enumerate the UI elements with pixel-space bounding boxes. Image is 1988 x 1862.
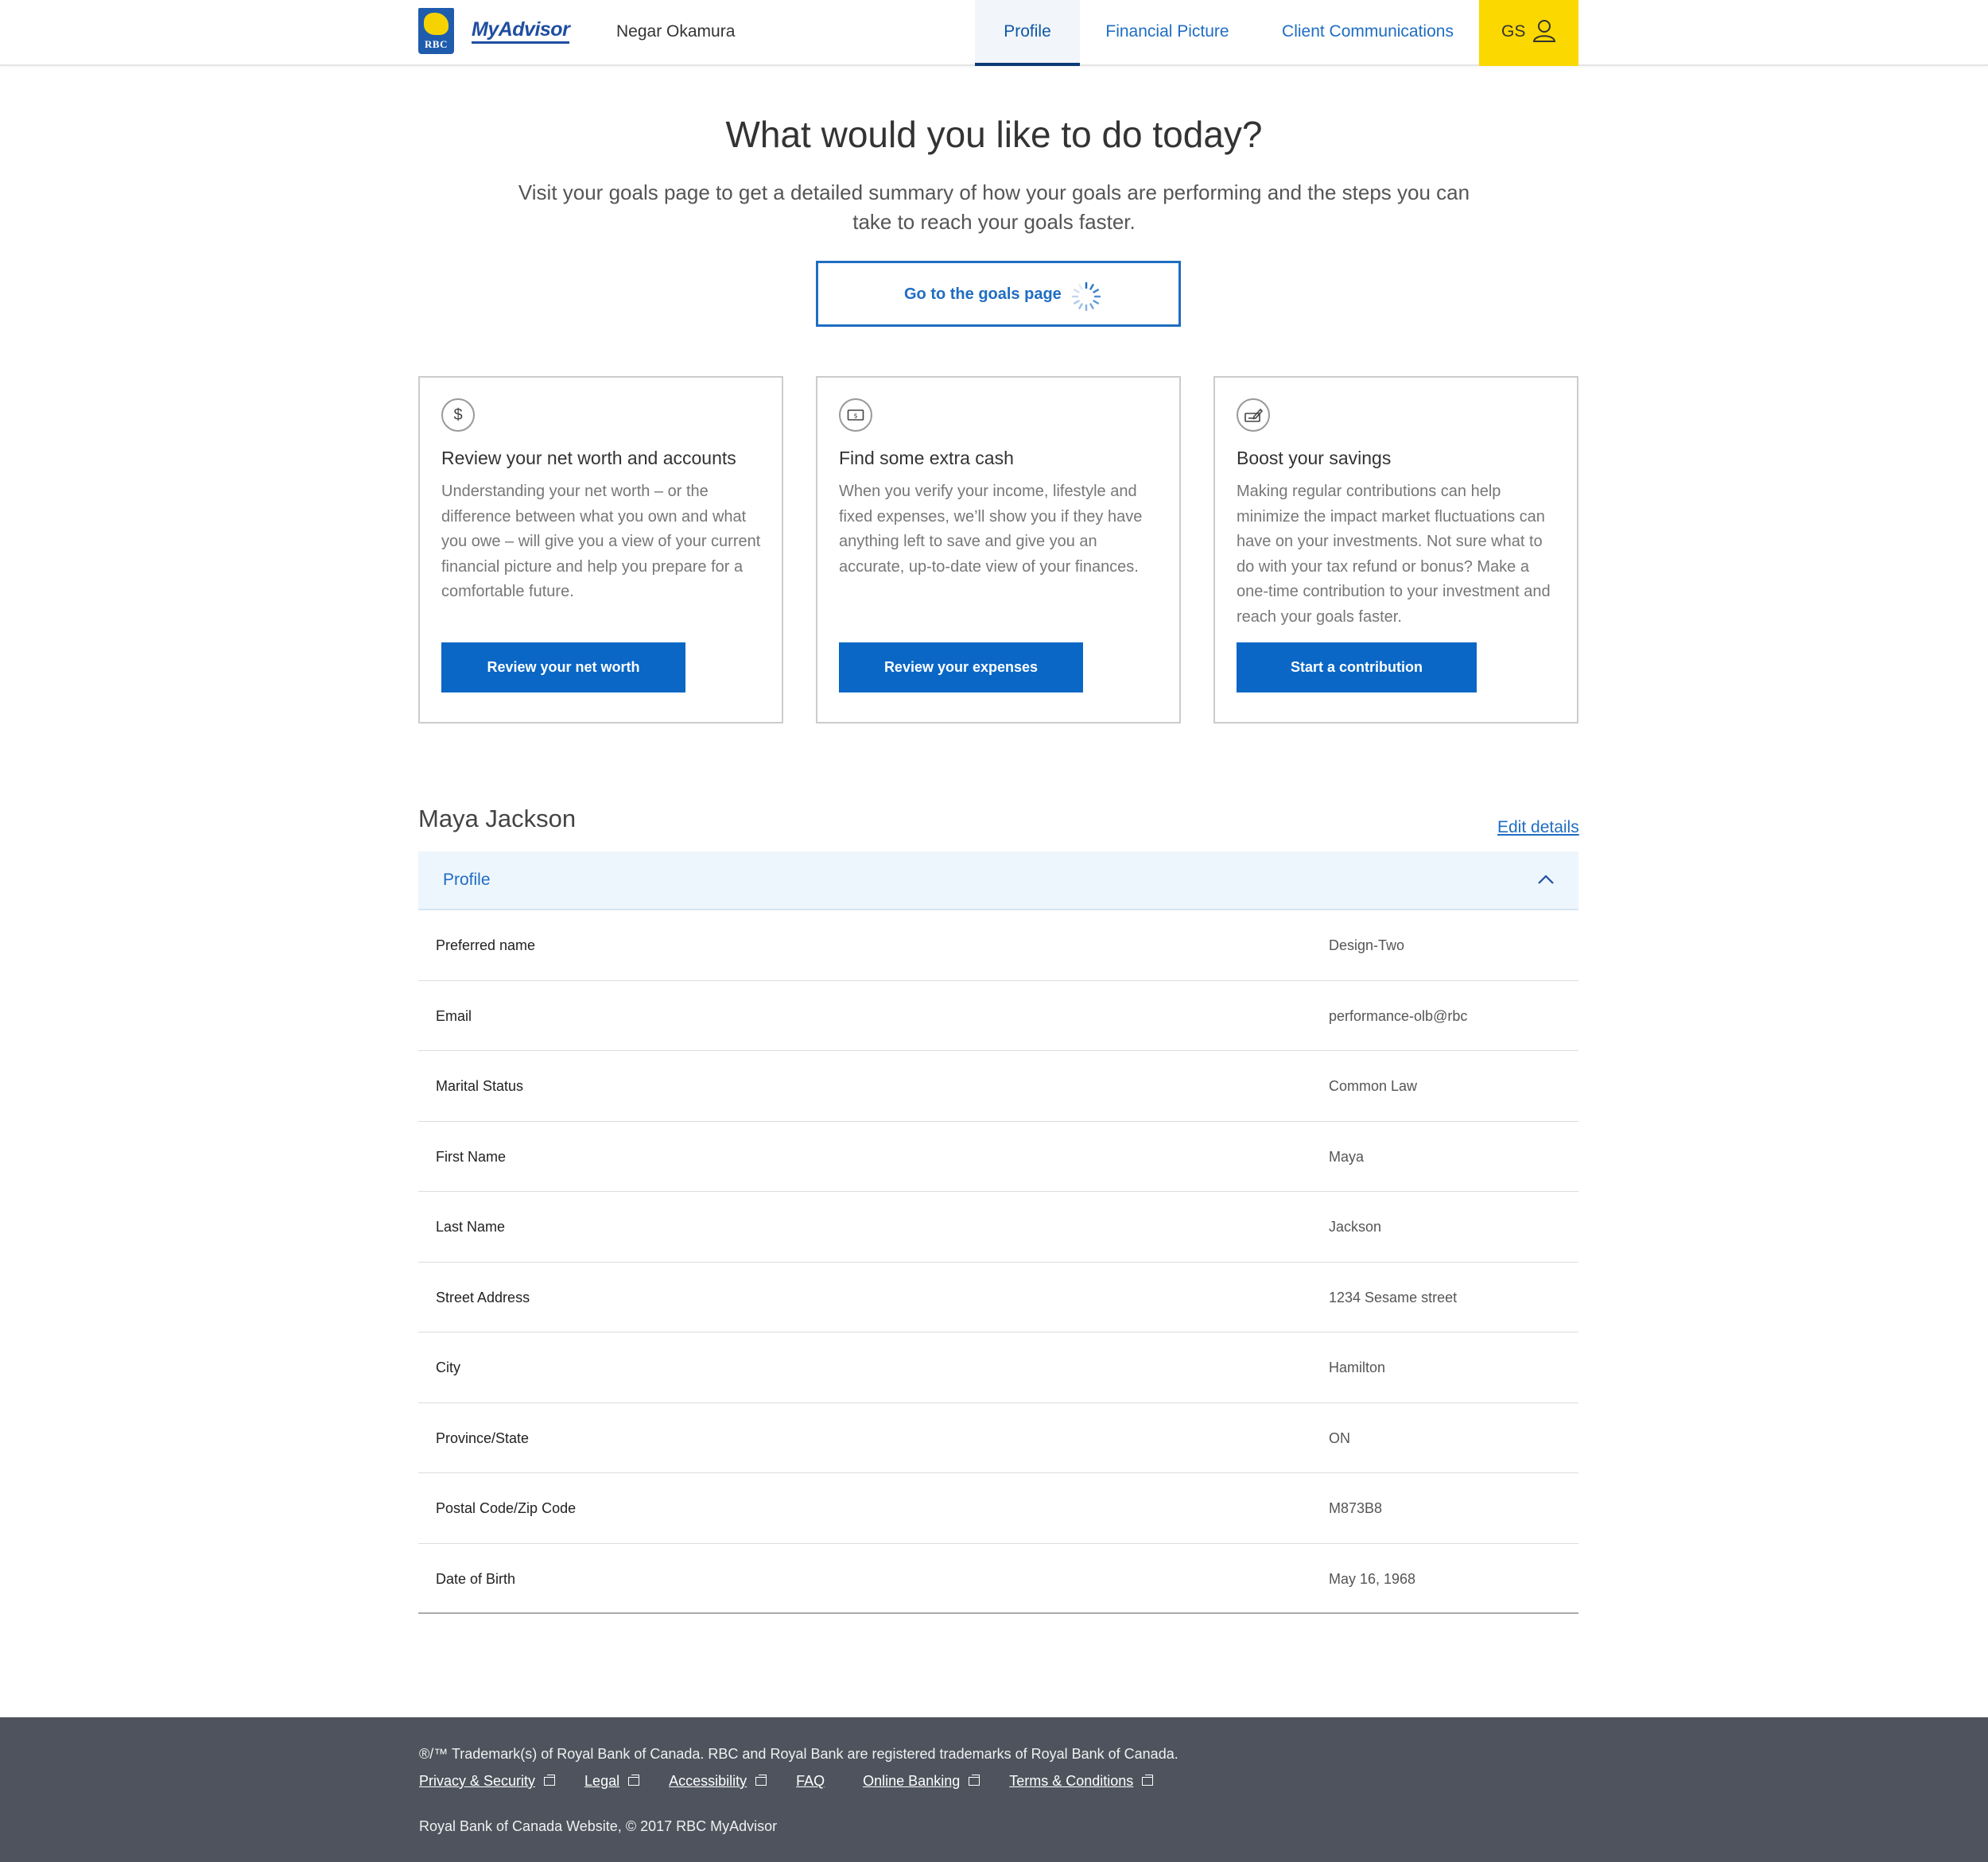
external-link-icon: [1142, 1775, 1154, 1786]
table-row: Email performance-olb@rbc: [418, 981, 1578, 1051]
client-name: Maya Jackson: [418, 805, 577, 832]
table-row: First Name Maya: [418, 1122, 1578, 1192]
row-label: Date of Birth: [436, 1570, 516, 1587]
row-label: Street Address: [436, 1289, 530, 1305]
link-label: Online Banking: [863, 1773, 961, 1789]
table-row: Last Name Jackson: [418, 1192, 1578, 1263]
card-boost-savings: Boost your savings Making regular contri…: [1213, 376, 1578, 723]
user-menu-button[interactable]: GS: [1479, 0, 1578, 66]
top-header: RBC MyAdvisor Negar Okamura Profile Fina…: [0, 0, 1988, 66]
profile-details-list: Preferred name Design-Two Email performa…: [418, 910, 1578, 1614]
cash-bill-icon: $: [839, 398, 872, 432]
trademark-notice: ®/™ Trademark(s) of Royal Bank of Canada…: [419, 1746, 1178, 1762]
row-value: Design-Two: [1329, 937, 1405, 953]
card-description: Making regular contributions can help mi…: [1237, 483, 1551, 626]
card-description: Understanding your net worth – or the di…: [441, 483, 761, 600]
footer-link-legal[interactable]: Legal: [584, 1773, 640, 1790]
table-row: Street Address 1234 Sesame street: [418, 1263, 1578, 1332]
savings-cheque-icon: [1237, 398, 1270, 432]
row-label: First Name: [436, 1148, 507, 1165]
page-title: What would you like to do today?: [725, 114, 1263, 155]
user-icon: [1532, 20, 1556, 42]
card-title: Find some extra cash: [839, 448, 1014, 468]
logo-text: RBC: [425, 38, 448, 50]
link-label: Accessibility: [669, 1773, 747, 1789]
footer-links: Privacy & Security Legal Accessibility F…: [419, 1773, 1154, 1790]
link-label: Privacy & Security: [419, 1773, 536, 1789]
card-description: When you verify your income, lifestyle a…: [839, 483, 1143, 576]
row-value: Jackson: [1329, 1219, 1382, 1235]
footer-link-online-banking[interactable]: Online Banking: [863, 1773, 980, 1790]
accordion-label: Profile: [443, 871, 491, 889]
row-value: 1234 Sesame street: [1329, 1289, 1458, 1305]
row-value: May 16, 1968: [1329, 1570, 1416, 1587]
row-value: M873B8: [1329, 1500, 1383, 1516]
chevron-up-icon[interactable]: [1536, 871, 1555, 890]
row-value: Hamilton: [1329, 1360, 1386, 1375]
dollar-icon: $: [441, 398, 475, 432]
table-row: Province/State ON: [418, 1403, 1578, 1473]
table-row: Marital Status Common Law: [418, 1051, 1578, 1122]
row-label: Postal Code/Zip Code: [436, 1500, 577, 1516]
brand-name[interactable]: MyAdvisor: [472, 19, 570, 44]
row-label: Email: [436, 1007, 472, 1024]
go-to-goals-button[interactable]: Go to the goals page: [816, 261, 1181, 327]
row-value: performance-olb@rbc: [1329, 1007, 1468, 1024]
nav-tab-profile[interactable]: Profile: [975, 0, 1080, 66]
footer-link-faq[interactable]: FAQ: [796, 1773, 825, 1790]
card-title: Boost your savings: [1237, 448, 1392, 468]
row-value: Common Law: [1329, 1078, 1418, 1094]
lion-emblem: [424, 13, 448, 35]
link-label: FAQ: [796, 1773, 825, 1789]
external-link-icon: [969, 1775, 980, 1786]
review-expenses-button[interactable]: Review your expenses: [839, 642, 1083, 692]
row-value: ON: [1329, 1429, 1350, 1446]
external-link-icon: [755, 1775, 767, 1786]
row-label: City: [436, 1360, 460, 1375]
loading-spinner-icon: [1071, 281, 1101, 312]
table-row: City Hamilton: [418, 1332, 1578, 1403]
page-footer: ®/™ Trademark(s) of Royal Bank of Canada…: [0, 1717, 1988, 1862]
start-contribution-button[interactable]: Start a contribution: [1237, 642, 1477, 692]
row-label: Marital Status: [436, 1078, 524, 1094]
nav-tab-client-communications[interactable]: Client Communications: [1271, 0, 1465, 66]
external-link-icon: [628, 1775, 640, 1786]
nav-tab-financial-picture[interactable]: Financial Picture: [1091, 0, 1244, 66]
svg-text:$: $: [853, 413, 857, 420]
rbc-logo-icon[interactable]: RBC: [418, 8, 454, 54]
link-label: Legal: [584, 1773, 620, 1789]
copyright: Royal Bank of Canada Website, © 2017 RBC…: [419, 1818, 778, 1834]
advisor-name: Negar Okamura: [616, 22, 736, 41]
page-subtitle: Visit your goals page to get a detailed …: [518, 180, 1470, 234]
user-initials: GS: [1501, 22, 1526, 41]
footer-link-terms-conditions[interactable]: Terms & Conditions: [1009, 1773, 1154, 1790]
external-link-icon: [544, 1775, 556, 1786]
go-to-goals-label: Go to the goals page: [904, 285, 1062, 303]
profile-accordion-header[interactable]: Profile: [418, 851, 1578, 910]
review-net-worth-button[interactable]: Review your net worth: [441, 642, 685, 692]
card-title: Review your net worth and accounts: [441, 448, 736, 468]
table-row: Date of Birth May 16, 1968: [418, 1544, 1578, 1614]
row-value: Maya: [1329, 1148, 1365, 1165]
card-net-worth: $ Review your net worth and accounts Und…: [418, 376, 783, 723]
row-label: Last Name: [436, 1219, 506, 1235]
card-extra-cash: $ Find some extra cash When you verify y…: [816, 376, 1181, 723]
table-row: Postal Code/Zip Code M873B8: [418, 1473, 1578, 1544]
footer-link-privacy-security[interactable]: Privacy & Security: [419, 1773, 556, 1790]
row-label: Province/State: [436, 1429, 530, 1446]
link-label: Terms & Conditions: [1009, 1773, 1134, 1789]
edit-details-link[interactable]: Edit details: [1497, 818, 1579, 837]
row-label: Preferred name: [436, 937, 536, 953]
table-row: Preferred name Design-Two: [418, 910, 1578, 981]
footer-link-accessibility[interactable]: Accessibility: [669, 1773, 767, 1790]
